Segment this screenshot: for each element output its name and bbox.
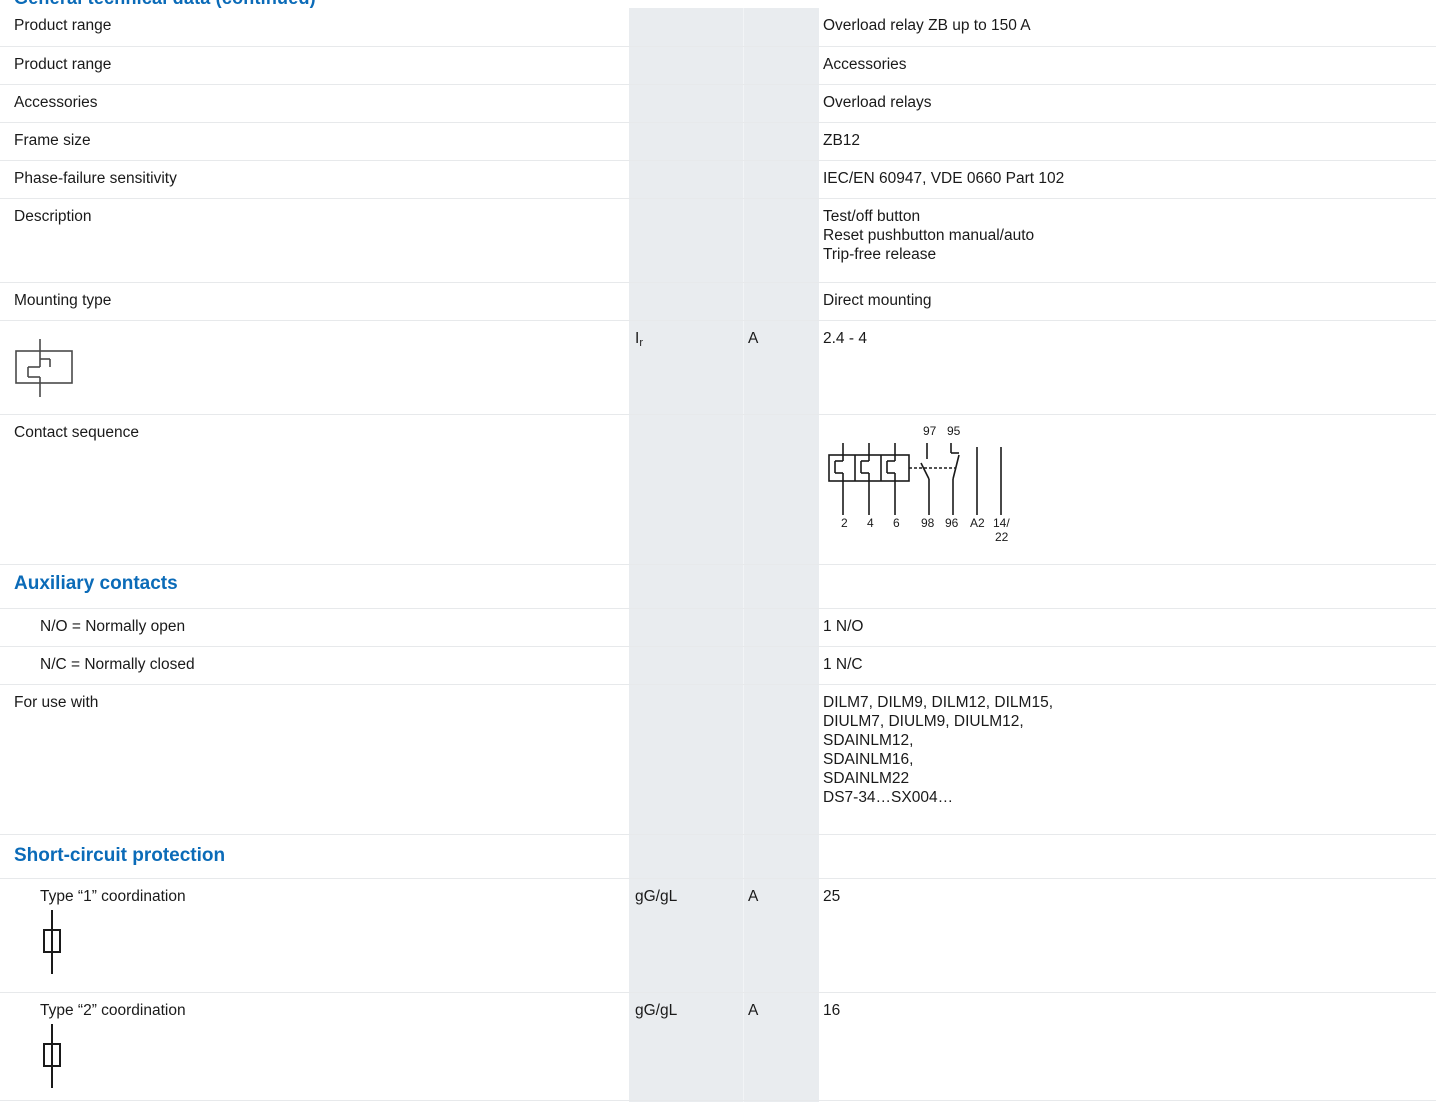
section-title-auxiliary: Auxiliary contacts: [14, 572, 178, 594]
row-value: Overload relays: [819, 84, 1436, 123]
row-label: Type “2” coordination: [40, 1001, 186, 1019]
terminal-label: 95: [947, 424, 961, 438]
row-label: Type “1” coordination: [40, 887, 186, 905]
unit: A: [743, 992, 819, 1101]
value-line: Test/off button: [823, 207, 921, 225]
terminal-label: 2: [841, 516, 848, 530]
table-row: Mounting type Direct mounting: [0, 282, 1436, 321]
section-title-short-circuit: Short-circuit protection: [14, 844, 226, 866]
row-value: ZB12: [819, 122, 1436, 161]
row-label: N/O = Normally open: [0, 608, 629, 647]
row-label: Accessories: [0, 84, 629, 123]
table-row: N/C = Normally closed 1 N/C: [0, 646, 1436, 685]
row-label: N/C = Normally closed: [0, 646, 629, 685]
value-line: Reset pushbutton manual/auto: [823, 226, 1035, 244]
table-row: Accessories Overload relays: [0, 84, 1436, 123]
row-label: Product range: [0, 8, 629, 47]
section-row: Auxiliary contacts: [0, 564, 1436, 609]
table-row: Product range Accessories: [0, 46, 1436, 85]
clipped-header: General technical data (continued): [0, 0, 1436, 8]
value-line: DIULM7, DIULM9, DIULM12,: [823, 712, 1024, 730]
value-line: DS7-34…SX004…: [823, 788, 954, 806]
table-row: Type “2” coordination gG/gL A 16: [0, 992, 1436, 1101]
row-value: 25: [819, 878, 1436, 993]
table-row: Product range Overload relay ZB up to 15…: [0, 8, 1436, 47]
fuse-type: gG/gL: [629, 878, 743, 993]
value-line: SDAINLM22: [823, 769, 910, 787]
table-row: Description Test/off button Reset pushbu…: [0, 198, 1436, 283]
row-value: IEC/EN 60947, VDE 0660 Part 102: [819, 160, 1436, 199]
terminal-label: A2: [970, 516, 985, 530]
terminal-label: 98: [921, 516, 935, 530]
terminal-label: 97: [923, 424, 937, 438]
unit: A: [743, 878, 819, 993]
table-row: N/O = Normally open 1 N/O: [0, 608, 1436, 647]
table-row: Type “1” coordination gG/gL A 25: [0, 878, 1436, 993]
table-row: Frame size ZB12: [0, 122, 1436, 161]
value-line: DILM7, DILM9, DILM12, DILM15,: [823, 693, 1053, 711]
clipped-title: General technical data (continued): [14, 0, 316, 8]
unit: A: [743, 320, 819, 415]
value-line: SDAINLM16,: [823, 750, 914, 768]
terminal-label: 22: [995, 530, 1009, 544]
row-label: Contact sequence: [0, 414, 629, 565]
row-value: Accessories: [819, 46, 1436, 85]
row-label: Mounting type: [0, 282, 629, 321]
value-line: SDAINLM12,: [823, 731, 914, 749]
terminal-label: 96: [945, 516, 959, 530]
rated-current-value: 2.4 - 4: [819, 320, 1436, 415]
value-line: Trip-free release: [823, 245, 937, 263]
row-label: Frame size: [0, 122, 629, 161]
section-row: Short-circuit protection: [0, 834, 1436, 879]
row-value-multiline: DILM7, DILM9, DILM12, DILM15, DIULM7, DI…: [819, 684, 1436, 835]
row-label: Phase-failure sensitivity: [0, 160, 629, 199]
row-label: Product range: [0, 46, 629, 85]
fuse-type: gG/gL: [629, 992, 743, 1101]
table-row-rated-current: Ir A 2.4 - 4: [0, 320, 1436, 415]
row-label: Description: [0, 198, 629, 283]
spec-table: Product range Overload relay ZB up to 15…: [0, 8, 1436, 1101]
row-value: 1 N/C: [819, 646, 1436, 685]
fuse-icon: [43, 909, 61, 974]
row-label: For use with: [0, 684, 629, 835]
row-value-multiline: Test/off button Reset pushbutton manual/…: [819, 198, 1436, 283]
row-value: Overload relay ZB up to 150 A: [819, 8, 1436, 47]
terminal-label: 14/: [993, 516, 1010, 530]
terminal-label: 6: [893, 516, 900, 530]
contact-sequence-diagram: 97 95 2 4 6 98 96 A2 14/ 22: [828, 424, 1010, 544]
thermal-overload-icon: [15, 338, 73, 397]
terminal-label: 4: [867, 516, 874, 530]
row-value: Direct mounting: [819, 282, 1436, 321]
table-row: For use with DILM7, DILM9, DILM12, DILM1…: [0, 684, 1436, 835]
row-value: 1 N/O: [819, 608, 1436, 647]
symbol-subscript: r: [639, 336, 643, 349]
table-row: Phase-failure sensitivity IEC/EN 60947, …: [0, 160, 1436, 199]
fuse-icon: [43, 1023, 61, 1088]
rated-current-symbol: Ir: [629, 320, 743, 415]
row-value: 16: [819, 992, 1436, 1101]
table-row-contact-sequence: Contact sequence 97 95 2 4 6 98 96 A2 14…: [0, 414, 1436, 565]
